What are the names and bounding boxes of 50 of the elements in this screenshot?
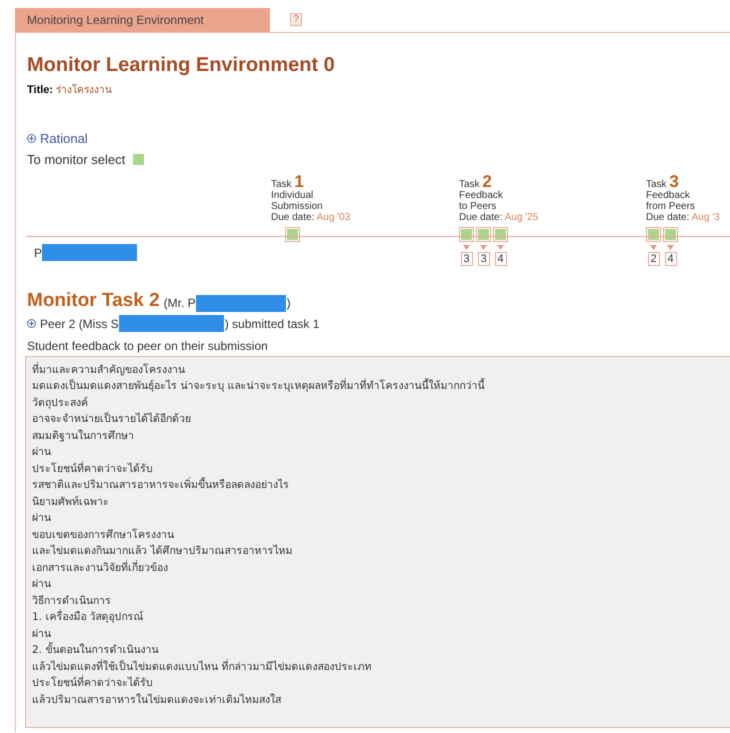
score-box: 4 — [494, 252, 506, 266]
task-label: Task — [271, 178, 292, 190]
arrow-down-icon — [480, 244, 487, 250]
arrow-down-icon — [497, 244, 504, 250]
due-label: Due date: — [271, 212, 314, 222]
feedback-label: Student feedback to peer on their submission — [27, 338, 269, 354]
score-box: 3 — [460, 252, 472, 266]
title-value: ร่างโครงงาน — [56, 85, 112, 96]
expand-icon[interactable] — [27, 319, 36, 328]
due-date: Aug '03 — [316, 212, 350, 222]
student-name: P — [34, 244, 42, 262]
due-date: Aug '3 — [692, 212, 720, 222]
arrow-down-icon — [650, 244, 657, 250]
task-number: 2 — [482, 172, 492, 190]
rational-link[interactable]: Rational — [40, 128, 88, 148]
arrow-down-icon — [667, 244, 674, 250]
submission-square[interactable] — [663, 226, 678, 242]
arrow-down-icon — [463, 244, 470, 250]
score-box: 3 — [478, 252, 490, 266]
tab[interactable]: Monitoring Learning Environment — [15, 8, 270, 32]
submission-square[interactable] — [459, 226, 474, 242]
task-name: Individual — [271, 190, 314, 200]
feedback-text-area[interactable]: ที่มาและความสำคัญของโครงงาน มดแดงเป็นมดแดงสายพันธุ์อะไร น่าจะระบุ และน่าจะระบุเหตุผลหรือที่มาที่ทำโครงงานนี้ให้มากกว่านี้ วัตถุประสงค์ อาจจะจำหน่ายเป็นรายได้ได้อีกด้วย สมมติฐานในการศึกษา ผ่าน ประโยชน์ที่คาดว่าจะได้รับ รสชาติและปริมาณสารอาหารจะเพิ่มขึ้นหรือลดลงอย่างไร นิยามศัพท์เฉพาะ ผ่าน ขอบเขตของการศึกษาโครงงาน และไข่มดแดงกินมากแล้ว ได้ศึกษาปริมาณสารอาหารไหม เอกสารและงานวิจัยที่เกี่ยวข้อง ผ่าน วิธีการดำเนินการ 1. เครื่องมือ วัสดุอุปกรณ์ ผ่าน 2. ขั้นตอนในการดำเนินงาน แล้วไข่มดแดงที่ใช้เป็นไข่มดแดงแบบไหน ที่กล่าวมามีไข่มดแดงสองประเภท ประโยชน์ที่คาดว่าจะได้รับ แล้วปริมาณสารอาหารในไข่มดแดงจะเท่าเดิมไหมสงใส — [25, 356, 730, 728]
peer-name[interactable]: Peer 2 (Miss S — [40, 314, 119, 332]
submission-square[interactable] — [493, 226, 508, 242]
legend-label: To monitor select — [27, 151, 126, 169]
task-number: 1 — [294, 172, 304, 190]
expand-icon[interactable] — [27, 134, 36, 143]
monitor-heading: Monitor Task 2 — [27, 290, 160, 312]
student-name: ) — [286, 294, 291, 312]
peer-status: ) submitted task 1 — [224, 316, 320, 332]
task-name: to Peers — [459, 200, 498, 212]
task-name: from Peers — [646, 200, 696, 212]
legend-square-icon — [133, 154, 144, 166]
score-box: 4 — [664, 252, 676, 266]
submission-square[interactable] — [646, 226, 661, 242]
due-label: Due date: — [646, 212, 690, 222]
student-name: (Mr. P — [164, 294, 196, 312]
task-label: Task — [459, 178, 480, 190]
due-date: Aug '25 — [504, 212, 538, 222]
task-name: Feedback — [459, 190, 504, 200]
task-name: Feedback — [646, 190, 691, 200]
due-label: Due date: — [459, 212, 502, 222]
page-heading: Monitor Learning Environment 0 — [27, 53, 336, 77]
submission-square[interactable] — [476, 226, 491, 242]
score-box: 2 — [648, 252, 660, 266]
title-label: Title: — [27, 84, 54, 96]
task-label: Task — [646, 178, 667, 190]
task-name: Submission — [271, 200, 324, 212]
task-number: 3 — [669, 172, 679, 190]
